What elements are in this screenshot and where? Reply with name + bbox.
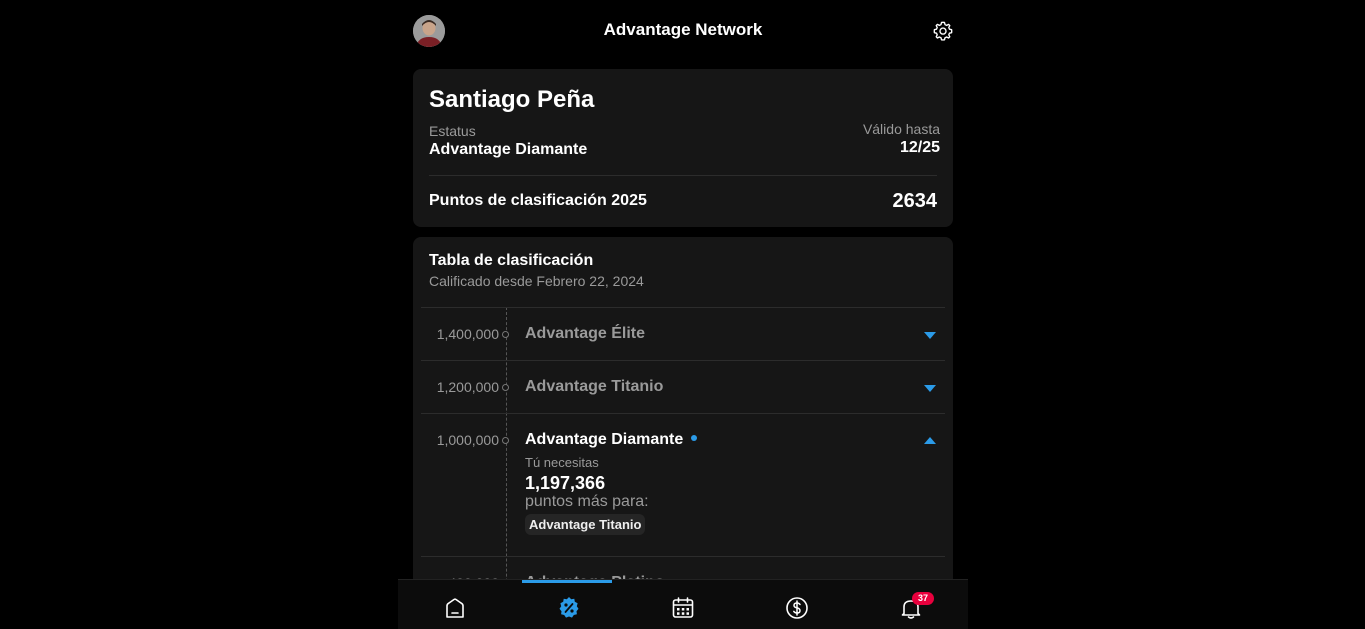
valid-until-label: Válido hasta — [862, 121, 940, 137]
app-screen: Advantage Network Santiago Peña Estatus … — [398, 0, 968, 629]
tier-row-elite[interactable]: 1,400,000 Advantage Élite — [421, 307, 945, 361]
profile-card: Santiago Peña Estatus Advantage Diamante… — [413, 69, 953, 227]
points-label: Puntos de clasificación 2025 — [429, 192, 647, 209]
points-value: 2634 — [892, 190, 938, 212]
ranking-title: Tabla de clasificación — [429, 252, 594, 269]
notification-badge: 37 — [912, 592, 934, 605]
money-icon[interactable] — [784, 595, 810, 621]
chevron-up-icon[interactable] — [924, 437, 936, 444]
tier-name-current: Advantage Diamante — [525, 431, 698, 449]
profile-name: Santiago Peña — [429, 86, 595, 113]
tier-dot — [502, 331, 509, 338]
ranking-card: Tabla de clasificación Calificado desde … — [413, 237, 953, 629]
divider — [429, 175, 937, 176]
tier-threshold: 1,400,000 — [436, 326, 499, 342]
home-icon[interactable] — [442, 595, 468, 621]
need-label: Tú necesitas — [525, 455, 599, 470]
more-points-label: puntos más para: — [525, 493, 649, 510]
need-value: 1,197,366 — [525, 473, 606, 493]
tier-row-titanio[interactable]: 1,200,000 Advantage Titanio — [421, 360, 945, 414]
tier-name-label: Advantage Diamante — [525, 431, 684, 448]
tier-threshold: 1,200,000 — [436, 379, 499, 395]
app-title: Advantage Network — [603, 20, 763, 39]
active-tab-indicator — [522, 580, 612, 583]
tier-name: Advantage Élite — [525, 325, 646, 342]
calendar-icon[interactable] — [670, 595, 696, 621]
tier-name: Advantage Titanio — [525, 378, 664, 395]
tier-row-diamante[interactable]: 1,000,000 Advantage Diamante Tú necesita… — [421, 413, 945, 557]
current-tier-indicator — [691, 434, 698, 441]
header: Advantage Network — [398, 0, 968, 62]
tier-threshold: 1,000,000 — [436, 432, 499, 448]
target-tier-badge: Advantage Titanio — [525, 514, 646, 535]
chevron-down-icon[interactable] — [924, 332, 936, 339]
ranking-subtitle: Calificado desde Febrero 22, 2024 — [429, 273, 644, 289]
bottom-nav: 37 — [398, 579, 968, 629]
tier-dot — [502, 384, 509, 391]
gear-icon[interactable] — [932, 20, 954, 42]
chevron-down-icon[interactable] — [924, 385, 936, 392]
tier-dot — [502, 437, 509, 444]
offers-icon[interactable] — [556, 595, 582, 621]
status-label: Estatus — [429, 123, 476, 139]
status-value: Advantage Diamante — [429, 141, 588, 158]
valid-until-value: 12/25 — [899, 139, 940, 156]
